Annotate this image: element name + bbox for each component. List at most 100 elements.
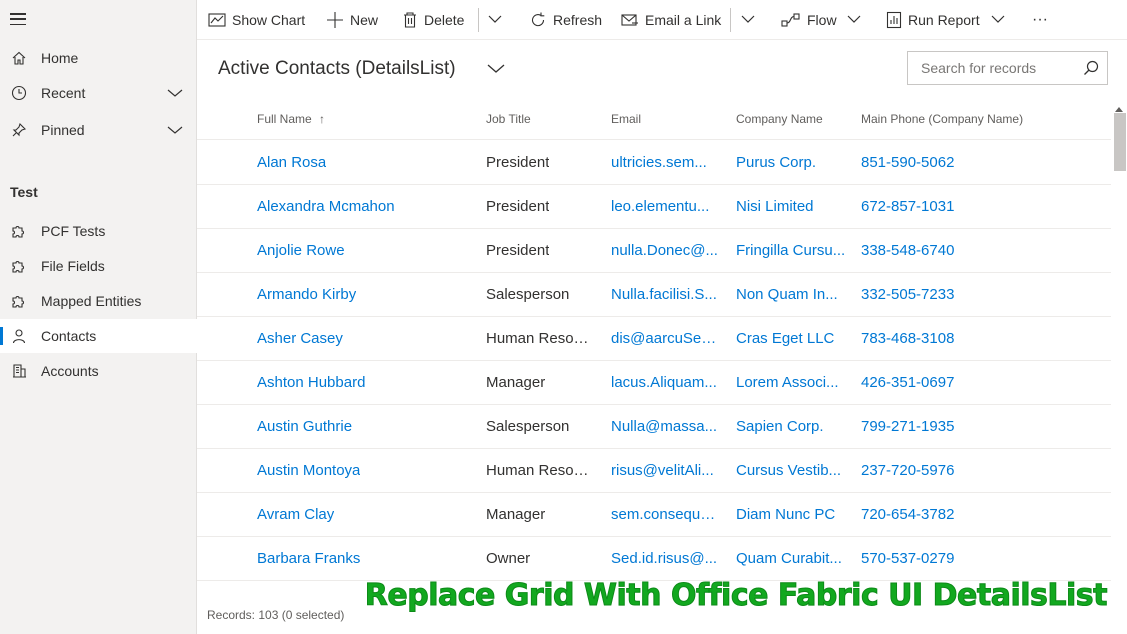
- sidebar-item-label: Home: [41, 50, 79, 66]
- email-more-chevron-icon[interactable]: [741, 12, 755, 31]
- sidebar-item-recent[interactable]: Recent: [0, 76, 197, 110]
- table-row[interactable]: Armando Kirby Salesperson Nulla.facilisi.S…: [197, 273, 1111, 317]
- column-header-row: Full Name ↑ Job Title Email Company Name…: [197, 97, 1111, 140]
- cell-company-name[interactable]: Non Quam In...: [736, 286, 838, 303]
- sidebar-item-accounts[interactable]: Accounts: [0, 354, 197, 388]
- cell-company-name[interactable]: Sapien Corp.: [736, 418, 824, 435]
- run-report-chevron-icon[interactable]: [991, 12, 1005, 31]
- puzzle-icon: [10, 222, 28, 240]
- table-row[interactable]: Alexandra Mcmahon President leo.elementu..…: [197, 185, 1111, 229]
- sidebar-item-pinned[interactable]: Pinned: [0, 113, 197, 147]
- cell-company-name[interactable]: Cras Eget LLC: [736, 330, 834, 347]
- table-row[interactable]: Austin Montoya Human Resou... risus@velitA…: [197, 449, 1111, 493]
- cell-company-name[interactable]: Diam Nunc PC: [736, 506, 835, 523]
- cell-main-phone[interactable]: 799-271-1935: [861, 418, 954, 435]
- delete-button[interactable]: Delete: [402, 0, 464, 40]
- cell-main-phone[interactable]: 783-468-3108: [861, 330, 954, 347]
- cell-job-title: Salesperson: [486, 418, 570, 435]
- cell-company-name[interactable]: Fringilla Cursu...: [736, 242, 845, 259]
- cell-full-name[interactable]: Alexandra Mcmahon: [257, 198, 395, 215]
- sidebar-item-mapped-entities[interactable]: Mapped Entities: [0, 284, 197, 318]
- table-row[interactable]: Alan Rosa President ultricies.sem... Purus …: [197, 141, 1111, 185]
- flow-chevron-icon[interactable]: [847, 12, 861, 31]
- cell-main-phone[interactable]: 338-548-6740: [861, 242, 954, 259]
- sidebar-item-file-fields[interactable]: File Fields: [0, 249, 197, 283]
- flow-button[interactable]: Flow: [781, 0, 837, 40]
- table-row[interactable]: Avram Clay Manager sem.consequa... Diam Nun…: [197, 493, 1111, 537]
- refresh-button[interactable]: Refresh: [529, 0, 602, 40]
- cell-email[interactable]: lacus.Aliquam...: [611, 374, 717, 391]
- table-row[interactable]: Asher Casey Human Resou... dis@aarcuSed...…: [197, 317, 1111, 361]
- view-title[interactable]: Active Contacts (DetailsList): [218, 58, 456, 80]
- show-chart-button[interactable]: Show Chart: [208, 0, 305, 40]
- cell-main-phone[interactable]: 672-857-1031: [861, 198, 954, 215]
- new-button[interactable]: New: [326, 0, 378, 40]
- column-header-full-name[interactable]: Full Name ↑: [257, 112, 325, 126]
- email-link-button[interactable]: Email a Link: [621, 0, 721, 40]
- cell-main-phone[interactable]: 851-590-5062: [861, 154, 954, 171]
- sidebar-item-label: Pinned: [41, 122, 85, 138]
- search-icon[interactable]: [1083, 60, 1099, 81]
- search-box: [907, 51, 1108, 85]
- sidebar-item-contacts[interactable]: Contacts: [0, 319, 197, 353]
- cell-full-name[interactable]: Armando Kirby: [257, 286, 356, 303]
- column-header-job-title[interactable]: Job Title: [486, 112, 531, 126]
- chevron-down-icon[interactable]: [167, 123, 183, 139]
- cell-full-name[interactable]: Austin Guthrie: [257, 418, 352, 435]
- cell-main-phone[interactable]: 720-654-3782: [861, 506, 954, 523]
- table-row[interactable]: Ashton Hubbard Manager lacus.Aliquam... Lor…: [197, 361, 1111, 405]
- table-row[interactable]: Anjolie Rowe President nulla.Donec@... Frin…: [197, 229, 1111, 273]
- puzzle-icon: [10, 257, 28, 275]
- more-commands-button[interactable]: ···: [1032, 0, 1048, 40]
- cell-email[interactable]: risus@velitAli...: [611, 462, 714, 479]
- view-selector-chevron-icon[interactable]: [487, 61, 505, 80]
- report-icon: [886, 11, 902, 29]
- cell-company-name[interactable]: Nisi Limited: [736, 198, 814, 215]
- cell-email[interactable]: ultricies.sem...: [611, 154, 707, 171]
- table-row[interactable]: Austin Guthrie Salesperson Nulla@massa... S…: [197, 405, 1111, 449]
- search-input[interactable]: [908, 52, 1078, 84]
- delete-label: Delete: [424, 12, 465, 28]
- cell-email[interactable]: Nulla.facilisi.S...: [611, 286, 717, 303]
- table-row[interactable]: Barbara Franks Owner Sed.id.risus@... Quam …: [197, 537, 1111, 581]
- toolbar-separator: [478, 8, 479, 32]
- sidebar-item-pcf-tests[interactable]: PCF Tests: [0, 214, 197, 248]
- hamburger-menu-icon[interactable]: [10, 10, 28, 28]
- clock-icon: [10, 84, 28, 102]
- cell-full-name[interactable]: Ashton Hubbard: [257, 374, 365, 391]
- cell-full-name[interactable]: Avram Clay: [257, 506, 334, 523]
- column-header-main-phone[interactable]: Main Phone (Company Name): [861, 112, 1023, 126]
- cell-email[interactable]: sem.consequa...: [611, 506, 719, 523]
- building-icon: [10, 362, 28, 380]
- cell-job-title: President: [486, 242, 550, 259]
- cell-main-phone[interactable]: 426-351-0697: [861, 374, 954, 391]
- cell-full-name[interactable]: Asher Casey: [257, 330, 343, 347]
- cell-email[interactable]: Nulla@massa...: [611, 418, 717, 435]
- cell-company-name[interactable]: Quam Curabit...: [736, 550, 842, 567]
- cell-company-name[interactable]: Purus Corp.: [736, 154, 816, 171]
- column-header-email[interactable]: Email: [611, 112, 641, 126]
- chevron-down-icon[interactable]: [167, 86, 183, 102]
- cell-main-phone[interactable]: 332-505-7233: [861, 286, 954, 303]
- cell-company-name[interactable]: Lorem Associ...: [736, 374, 839, 391]
- cell-email[interactable]: nulla.Donec@...: [611, 242, 718, 259]
- delete-more-chevron-icon[interactable]: [488, 12, 502, 31]
- run-report-button[interactable]: Run Report: [886, 0, 980, 40]
- cell-email[interactable]: Sed.id.risus@...: [611, 550, 717, 567]
- sidebar-item-label: Accounts: [41, 363, 99, 379]
- cell-full-name[interactable]: Alan Rosa: [257, 154, 326, 171]
- cell-full-name[interactable]: Barbara Franks: [257, 550, 360, 567]
- cell-main-phone[interactable]: 237-720-5976: [861, 462, 954, 479]
- cell-email[interactable]: leo.elementu...: [611, 198, 709, 215]
- cell-main-phone[interactable]: 570-537-0279: [861, 550, 954, 567]
- sidebar-item-label: Recent: [41, 85, 86, 101]
- cell-full-name[interactable]: Anjolie Rowe: [257, 242, 345, 259]
- sidebar-item-home[interactable]: Home: [0, 41, 197, 75]
- scrollbar-thumb[interactable]: [1114, 113, 1126, 171]
- column-header-company-name[interactable]: Company Name: [736, 112, 823, 126]
- cell-company-name[interactable]: Cursus Vestib...: [736, 462, 841, 479]
- cell-job-title: Owner: [486, 550, 531, 567]
- flow-label: Flow: [807, 12, 837, 28]
- cell-full-name[interactable]: Austin Montoya: [257, 462, 360, 479]
- cell-email[interactable]: dis@aarcuSed...: [611, 330, 719, 347]
